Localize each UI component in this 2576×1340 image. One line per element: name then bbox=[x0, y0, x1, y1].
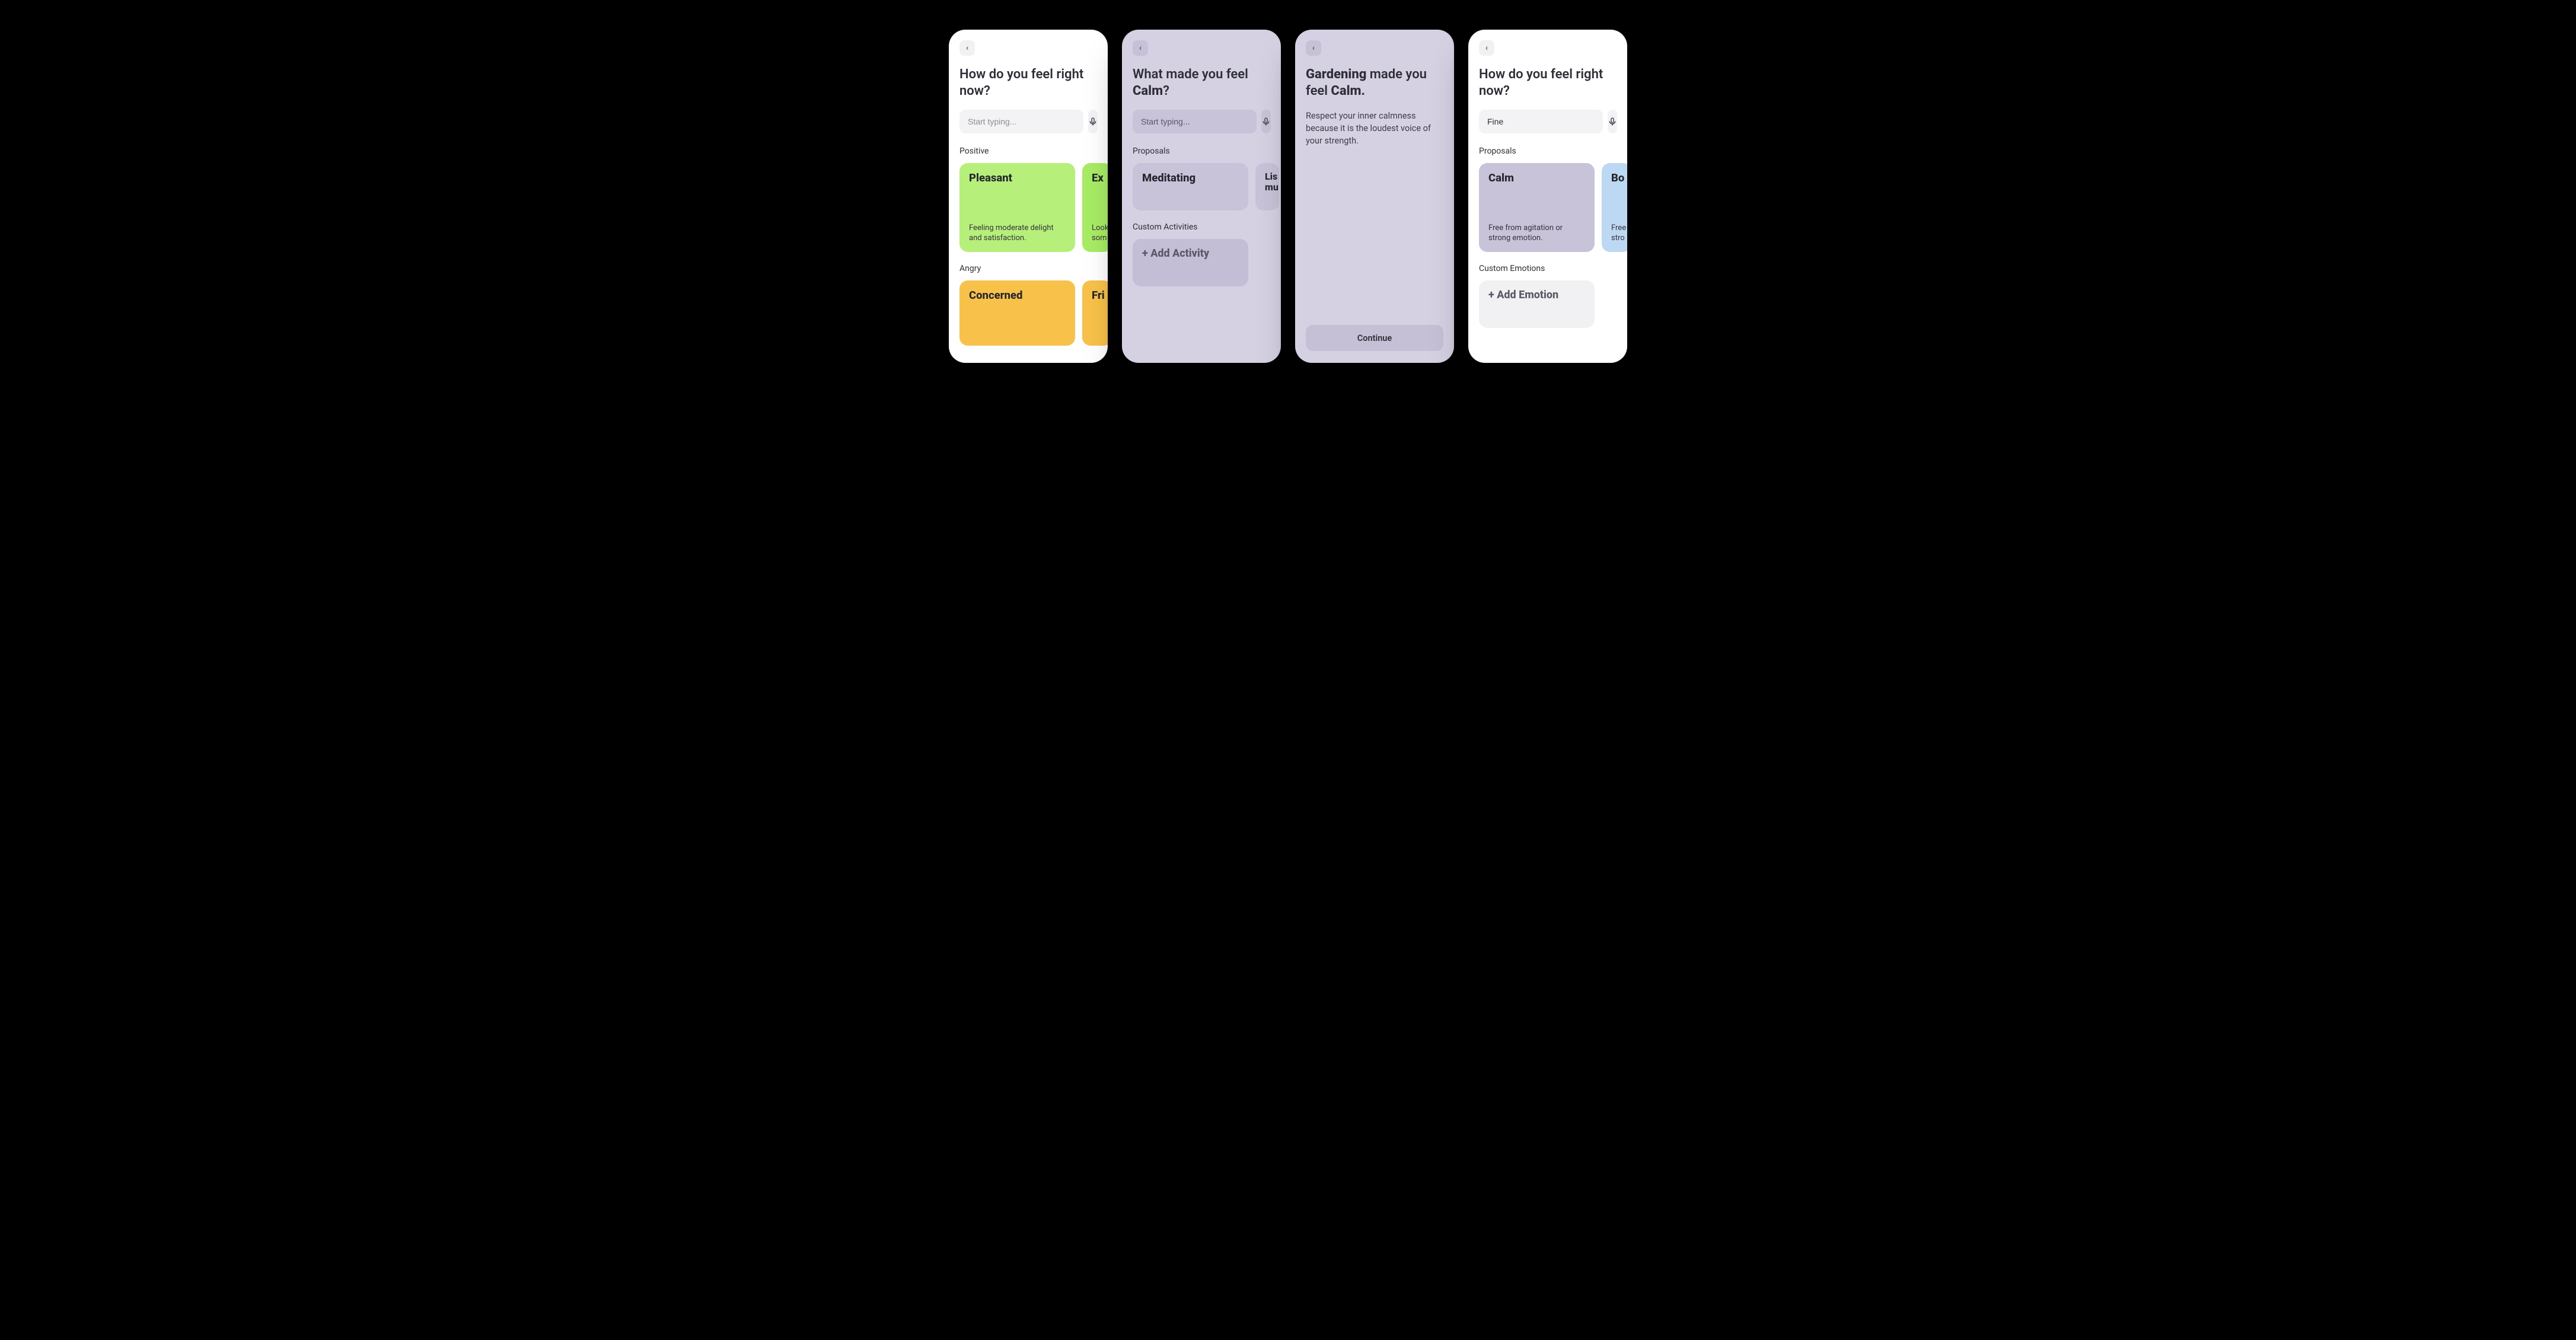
emotion-card-pleasant[interactable]: Pleasant Feeling moderate delight and sa… bbox=[959, 163, 1075, 252]
emotion-card-concerned[interactable]: Concerned bbox=[959, 280, 1075, 346]
emotion-card-peek[interactable]: Bo Free stro bbox=[1602, 163, 1627, 252]
search-input[interactable] bbox=[959, 110, 1083, 133]
chevron-left-icon: ‹ bbox=[1139, 43, 1142, 53]
mic-button[interactable] bbox=[1261, 110, 1271, 133]
page-title: What made you feel Calm? bbox=[1133, 66, 1270, 99]
mic-button[interactable] bbox=[1088, 110, 1098, 133]
emotion-card-peek[interactable]: Ex Look som bbox=[1082, 163, 1108, 252]
emotion-card-peek[interactable]: Fri bbox=[1082, 280, 1108, 346]
card-title: Calm bbox=[1488, 171, 1585, 184]
chevron-left-icon: ‹ bbox=[1312, 43, 1315, 53]
activity-card-peek[interactable]: Lis mu bbox=[1255, 163, 1279, 210]
page-title: Gardening made you feel Calm. bbox=[1306, 66, 1443, 99]
section-label-custom-emotions: Custom Emotions bbox=[1479, 264, 1617, 273]
card-title: Bo bbox=[1611, 171, 1622, 184]
card-desc: Free stro bbox=[1611, 223, 1622, 244]
mic-button[interactable] bbox=[1608, 110, 1617, 133]
continue-label: Continue bbox=[1357, 333, 1392, 343]
emotion-card-calm[interactable]: Calm Free from agitation or strong emoti… bbox=[1479, 163, 1595, 252]
search-input[interactable] bbox=[1479, 110, 1603, 133]
chevron-left-icon: ‹ bbox=[966, 43, 968, 53]
screen-summary: ‹ Gardening made you feel Calm. Respect … bbox=[1295, 30, 1454, 363]
back-button[interactable]: ‹ bbox=[1306, 40, 1321, 56]
back-button[interactable]: ‹ bbox=[1133, 40, 1148, 56]
card-title: Lis mu bbox=[1265, 171, 1270, 192]
page-title: How do you feel right now? bbox=[959, 66, 1097, 99]
card-title: Concerned bbox=[969, 289, 1066, 302]
card-title: + Add Emotion bbox=[1488, 289, 1585, 301]
screen-feel-now: ‹ How do you feel right now? Positive Pl… bbox=[949, 30, 1108, 363]
section-label-proposals: Proposals bbox=[1479, 146, 1617, 156]
microphone-icon bbox=[1261, 117, 1271, 126]
summary-text: Respect your inner calmness because it i… bbox=[1306, 110, 1443, 147]
continue-button[interactable]: Continue bbox=[1306, 325, 1443, 351]
card-desc: Look som bbox=[1092, 223, 1102, 244]
page-title: How do you feel right now? bbox=[1479, 66, 1617, 99]
card-title: Fri bbox=[1092, 289, 1102, 302]
section-label-custom-activities: Custom Activities bbox=[1133, 222, 1270, 232]
add-emotion-button[interactable]: + Add Emotion bbox=[1479, 280, 1595, 328]
card-title: Pleasant bbox=[969, 171, 1066, 184]
search-input[interactable] bbox=[1133, 110, 1257, 133]
back-button[interactable]: ‹ bbox=[959, 40, 975, 56]
card-title: Ex bbox=[1092, 171, 1102, 184]
screen-what-made-calm: ‹ What made you feel Calm? Proposals Med… bbox=[1122, 30, 1281, 363]
add-activity-button[interactable]: + Add Activity bbox=[1133, 239, 1248, 286]
screen-feel-now-typed: ‹ How do you feel right now? Proposals C… bbox=[1468, 30, 1627, 363]
microphone-icon bbox=[1088, 117, 1098, 126]
activity-card-meditating[interactable]: Meditating bbox=[1133, 163, 1248, 210]
section-label-proposals: Proposals bbox=[1133, 146, 1270, 156]
section-label-angry: Angry bbox=[959, 264, 1097, 273]
chevron-left-icon: ‹ bbox=[1485, 43, 1488, 53]
card-title: Meditating bbox=[1142, 171, 1239, 184]
back-button[interactable]: ‹ bbox=[1479, 40, 1494, 56]
microphone-icon bbox=[1608, 117, 1617, 126]
card-desc: Free from agitation or strong emotion. bbox=[1488, 223, 1585, 244]
section-label-positive: Positive bbox=[959, 146, 1097, 156]
card-title: + Add Activity bbox=[1142, 247, 1239, 260]
card-desc: Feeling moderate delight and satisfactio… bbox=[969, 223, 1066, 244]
